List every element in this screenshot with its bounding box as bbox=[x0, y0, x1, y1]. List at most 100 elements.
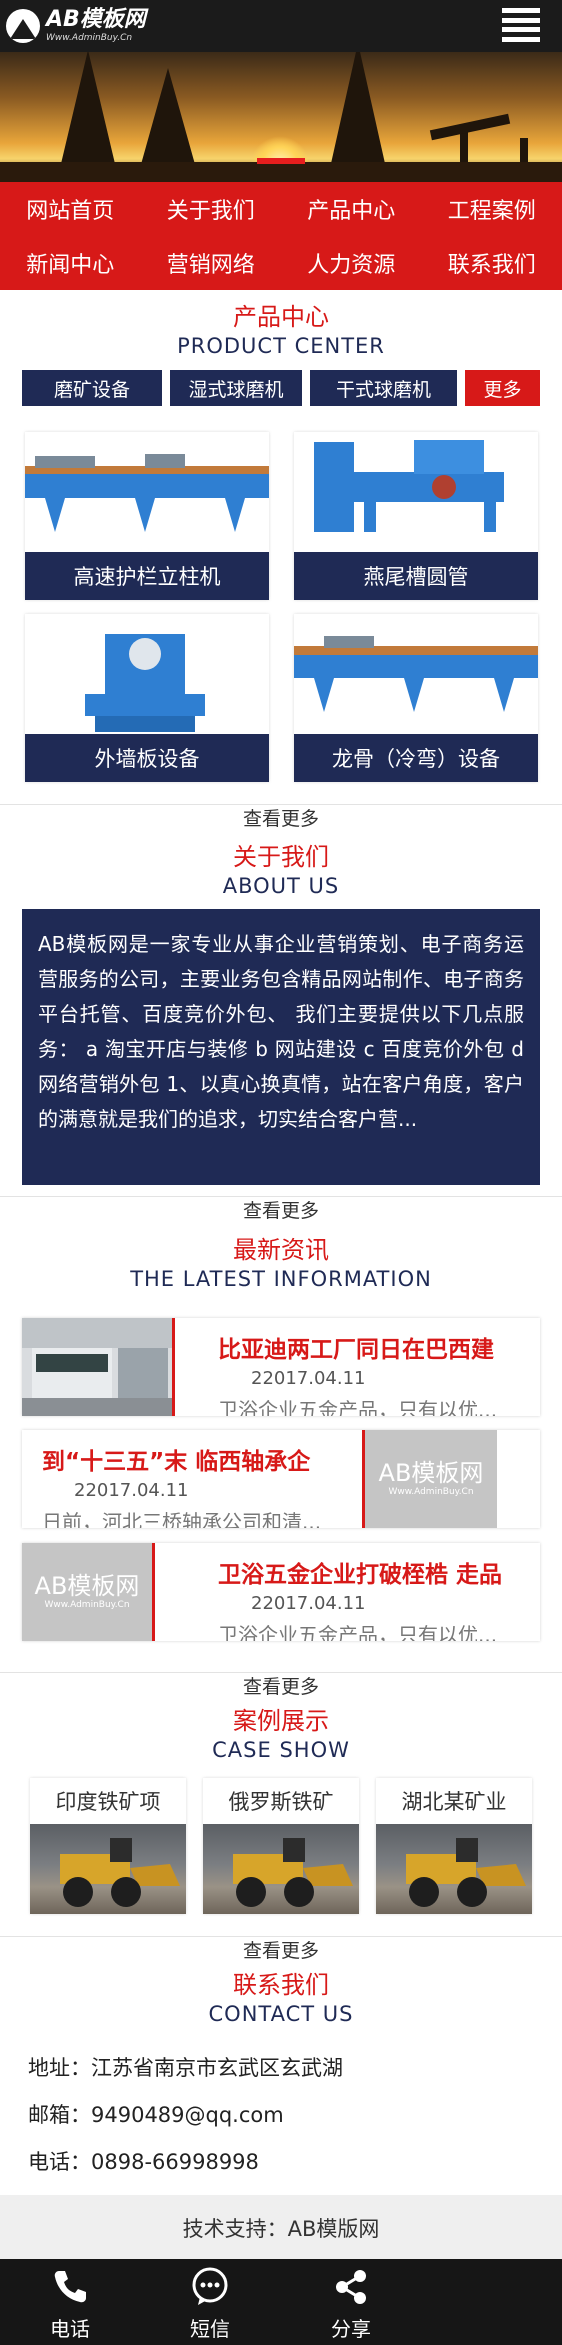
product-name: 燕尾槽圆管 bbox=[294, 552, 538, 600]
about-title-en: ABOUT US bbox=[222, 874, 340, 898]
product-tabs: 磨矿设备 湿式球磨机 干式球磨机 更多 bbox=[22, 370, 540, 406]
main-nav: 网站首页 关于我们 产品中心 工程案例 新闻中心 营销网络 人力资源 联系我们 bbox=[0, 182, 562, 290]
product-card[interactable]: 外墙板设备 bbox=[25, 614, 269, 782]
news-date: 22017.04.11 bbox=[74, 1480, 189, 1501]
bottom-share-label: 分享 bbox=[331, 2317, 371, 2341]
products-more[interactable]: 查看更多 bbox=[0, 800, 562, 830]
cases-title-en: CASE SHOW bbox=[212, 1738, 350, 1762]
cases-more[interactable]: 查看更多 bbox=[0, 1932, 562, 1962]
nav-marketing[interactable]: 营销网络 bbox=[141, 236, 282, 290]
product-card[interactable]: 高速护栏立柱机 bbox=[25, 432, 269, 600]
product-card[interactable]: 燕尾槽圆管 bbox=[294, 432, 538, 600]
logo-name: AB模板网 bbox=[46, 7, 146, 32]
news-title-en: THE LATEST INFORMATION bbox=[130, 1267, 432, 1291]
placeholder-logo-text: AB模板网 bbox=[378, 1459, 484, 1487]
nav-news[interactable]: 新闻中心 bbox=[0, 236, 141, 290]
product-image bbox=[25, 614, 269, 734]
about-more-link[interactable]: 查看更多 bbox=[243, 1200, 319, 1222]
case-image-loader bbox=[376, 1824, 532, 1914]
oil-derrick-silhouette bbox=[330, 52, 386, 168]
bottom-share-button[interactable]: 分享 bbox=[291, 2259, 411, 2345]
logo-text: AB模板网 Www.AdminBuy.Cn bbox=[46, 8, 146, 44]
cases-more-link[interactable]: 查看更多 bbox=[243, 1940, 319, 1962]
news-title[interactable]: 卫浴五金企业打破桎梏 走品 bbox=[218, 1555, 502, 1589]
about-heading: 关于我们 ABOUT US bbox=[0, 842, 562, 900]
news-thumbnail-placeholder: AB模板网 Www.AdminBuy.Cn bbox=[365, 1430, 497, 1528]
site-logo[interactable]: AB模板网 Www.AdminBuy.Cn bbox=[6, 5, 146, 47]
products-more-link[interactable]: 查看更多 bbox=[243, 808, 319, 830]
oil-derrick-silhouette bbox=[140, 68, 196, 168]
case-card[interactable]: 印度铁矿项 bbox=[30, 1778, 186, 1914]
case-card[interactable]: 湖北某矿业 bbox=[376, 1778, 532, 1914]
bottom-action-bar: 电话 短信 分享 bbox=[0, 2259, 562, 2345]
contact-title-cn: 联系我们 bbox=[233, 1971, 329, 1999]
contact-heading: 联系我们 CONTACT US bbox=[0, 1970, 562, 2028]
case-name: 湖北某矿业 bbox=[401, 1790, 507, 1814]
product-name: 外墙板设备 bbox=[25, 734, 269, 782]
contact-address: 地址：江苏省南京市玄武区玄武湖 bbox=[28, 2056, 343, 2080]
about-text: AB模板网是一家专业从事企业营销策划、电子商务运营服务的公司，主要业务包含精品网… bbox=[22, 909, 540, 1185]
logo-url: Www.AdminBuy.Cn bbox=[46, 33, 133, 43]
bottom-call-label: 电话 bbox=[50, 2317, 90, 2341]
news-summary: 日前，河北三桥轴承公司和清... bbox=[42, 1510, 322, 1528]
nav-home[interactable]: 网站首页 bbox=[0, 182, 141, 236]
news-thumbnail bbox=[22, 1318, 172, 1416]
case-name: 俄罗斯铁矿 bbox=[228, 1790, 334, 1814]
news-item[interactable]: 比亚迪两工厂同日在巴西建 22017.04.11 卫浴企业五金产品，只有以优..… bbox=[22, 1318, 540, 1416]
product-card[interactable]: 龙骨（冷弯）设备 bbox=[294, 614, 538, 782]
news-heading: 最新资讯 THE LATEST INFORMATION bbox=[0, 1235, 562, 1293]
news-title-cn: 最新资讯 bbox=[233, 1236, 329, 1264]
bottom-sms-label: 短信 bbox=[190, 2317, 230, 2341]
products-title-en: PRODUCT CENTER bbox=[177, 334, 385, 358]
news-title[interactable]: 到“十三五”末 临西轴承企 bbox=[42, 1442, 310, 1476]
tab-wet-ball-mill[interactable]: 湿式球磨机 bbox=[170, 370, 302, 406]
case-name: 印度铁矿项 bbox=[55, 1790, 161, 1814]
product-name: 龙骨（冷弯）设备 bbox=[294, 734, 538, 782]
news-summary: 卫浴企业五金产品，只有以优... bbox=[218, 1623, 498, 1641]
news-item[interactable]: AB模板网 Www.AdminBuy.Cn 卫浴五金企业打破桎梏 走品 2201… bbox=[22, 1543, 540, 1641]
hamburger-menu-icon[interactable] bbox=[502, 6, 542, 44]
contact-phone[interactable]: 电话：0898-66998998 bbox=[28, 2146, 259, 2176]
tab-dry-ball-mill[interactable]: 干式球磨机 bbox=[310, 370, 457, 406]
message-icon bbox=[192, 2267, 228, 2305]
pumpjack-beam bbox=[429, 113, 511, 141]
news-summary: 卫浴企业五金产品，只有以优... bbox=[218, 1398, 498, 1416]
placeholder-logo-text: AB模板网 bbox=[34, 1572, 140, 1600]
nav-contact[interactable]: 联系我们 bbox=[422, 236, 562, 290]
news-title[interactable]: 比亚迪两工厂同日在巴西建 bbox=[218, 1330, 494, 1364]
top-header: AB模板网 Www.AdminBuy.Cn bbox=[0, 0, 562, 52]
case-image-loader bbox=[30, 1824, 186, 1914]
placeholder-url-text: Www.AdminBuy.Cn bbox=[388, 1487, 474, 1497]
about-more[interactable]: 查看更多 bbox=[0, 1192, 562, 1222]
tech-support: 技术支持：AB模版网 bbox=[182, 2217, 380, 2241]
news-thumbnail-placeholder: AB模板网 Www.AdminBuy.Cn bbox=[22, 1543, 152, 1641]
tab-grinding-equipment[interactable]: 磨矿设备 bbox=[22, 370, 162, 406]
banner-dot-active[interactable] bbox=[257, 158, 305, 164]
news-more[interactable]: 查看更多 bbox=[0, 1668, 562, 1698]
share-icon bbox=[336, 2270, 366, 2304]
about-title-cn: 关于我们 bbox=[233, 843, 329, 871]
news-item[interactable]: 到“十三五”末 临西轴承企 22017.04.11 日前，河北三桥轴承公司和清.… bbox=[22, 1430, 540, 1528]
product-name: 高速护栏立柱机 bbox=[25, 552, 269, 600]
product-image bbox=[25, 432, 269, 552]
bottom-call-button[interactable]: 电话 bbox=[10, 2259, 130, 2345]
news-date: 22017.04.11 bbox=[251, 1593, 366, 1614]
nav-products[interactable]: 产品中心 bbox=[281, 182, 422, 236]
case-image-loader bbox=[203, 1824, 359, 1914]
cases-heading: 案例展示 CASE SHOW bbox=[0, 1706, 562, 1764]
contact-title-en: CONTACT US bbox=[208, 2002, 354, 2026]
news-date: 22017.04.11 bbox=[251, 1368, 366, 1389]
nav-cases[interactable]: 工程案例 bbox=[422, 182, 562, 236]
nav-hr[interactable]: 人力资源 bbox=[281, 236, 422, 290]
nav-about[interactable]: 关于我们 bbox=[141, 182, 282, 236]
oil-derrick-silhouette bbox=[60, 52, 116, 168]
case-card[interactable]: 俄罗斯铁矿 bbox=[203, 1778, 359, 1914]
tab-more[interactable]: 更多 bbox=[465, 370, 540, 406]
placeholder-url-text: Www.AdminBuy.Cn bbox=[44, 1600, 130, 1610]
news-accent-bar bbox=[172, 1318, 175, 1416]
news-more-link[interactable]: 查看更多 bbox=[243, 1676, 319, 1698]
bottom-sms-button[interactable]: 短信 bbox=[150, 2259, 270, 2345]
banner-pagination bbox=[0, 158, 562, 168]
product-image bbox=[294, 432, 538, 552]
contact-email[interactable]: 邮箱：9490489@qq.com bbox=[28, 2099, 284, 2129]
